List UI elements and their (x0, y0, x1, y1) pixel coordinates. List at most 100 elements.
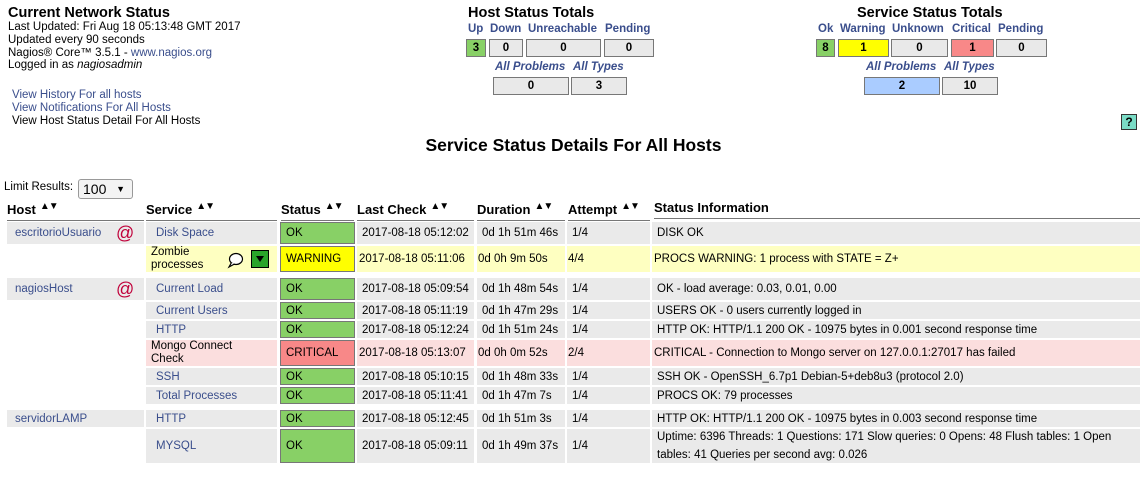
service-link[interactable]: Current Load (156, 283, 223, 295)
host-pending-label[interactable]: Pending (605, 23, 650, 35)
column-header-last-check: Last Check ▲▼ (357, 201, 474, 221)
limit-results-label: Limit Results: (4, 181, 74, 193)
last-check-cell: 2017-08-18 05:09:54 (357, 278, 474, 300)
status-info-cell: PROCS OK: 79 processes (652, 387, 1140, 404)
host-all-problems-label[interactable]: All Problems (495, 61, 565, 73)
service-link[interactable]: SSH (156, 371, 180, 383)
sort-arrows-icon[interactable]: ▲▼ (40, 201, 59, 212)
status-info-cell: PROCS WARNING: 1 process with STATE = Z+ (652, 246, 1140, 272)
host-link[interactable]: escritorioUsuario (15, 227, 101, 239)
last-check-cell: 2017-08-18 05:10:15 (357, 368, 474, 385)
service-pending-label[interactable]: Pending (998, 23, 1043, 35)
host-link[interactable]: servidorLAMP (15, 413, 87, 425)
attempt-cell: 1/4 (567, 429, 650, 463)
service-critical-count[interactable]: 1 (951, 39, 994, 57)
service-warning-count[interactable]: 1 (838, 39, 889, 57)
sort-arrows-icon[interactable]: ▲▼ (196, 201, 215, 212)
column-header-service: Service ▲▼ (146, 201, 277, 221)
service-link[interactable]: Total Processes (156, 390, 237, 402)
status-badge: OK (280, 321, 355, 338)
service-ok-label[interactable]: Ok (818, 23, 833, 35)
host-down-label[interactable]: Down (490, 23, 521, 35)
view-history-link[interactable]: View History For all hosts (12, 89, 142, 101)
service-pending-count[interactable]: 0 (996, 39, 1047, 57)
last-check-cell: 2017-08-18 05:11:19 (357, 302, 474, 319)
service-link[interactable]: Current Users (156, 305, 228, 317)
version-line: Nagios® Core™ 3.5.1 - www.nagios.org (8, 47, 241, 60)
service-unknown-label[interactable]: Unknown (892, 23, 944, 35)
attempt-cell: 1/4 (567, 368, 650, 385)
sort-arrows-icon[interactable]: ▲▼ (534, 201, 553, 212)
host-down-count[interactable]: 0 (489, 39, 523, 57)
limit-results-select[interactable]: 100 ▼ (78, 179, 133, 199)
service-critical-label[interactable]: Critical (952, 23, 991, 35)
status-badge: OK (280, 368, 355, 385)
sort-arrows-icon[interactable]: ▲▼ (621, 201, 640, 212)
host-unreachable-count[interactable]: 0 (526, 39, 601, 57)
host-up-label[interactable]: Up (468, 23, 483, 35)
status-badge: OK (280, 387, 355, 404)
attempt-cell: 1/4 (567, 410, 650, 427)
status-badge: CRITICAL (280, 340, 355, 366)
service-ok-count[interactable]: 8 (816, 39, 835, 57)
main-title: Service Status Details For All Hosts (425, 135, 722, 155)
host-cell: servidorLAMP (7, 410, 144, 427)
service-cell: Mongo Connect Check (146, 340, 277, 366)
service-link[interactable]: MYSQL (156, 440, 196, 452)
column-header-last-check-label: Last Check (357, 202, 427, 217)
sort-arrows-icon[interactable]: ▲▼ (430, 201, 449, 212)
service-all-types-label[interactable]: All Types (944, 61, 995, 73)
column-header-service-label: Service (146, 202, 193, 217)
status-badge: OK (280, 410, 355, 427)
service-unknown-count[interactable]: 0 (891, 39, 948, 57)
service-cell: HTTP (146, 321, 277, 338)
help-icon[interactable]: ? (1121, 114, 1137, 130)
host-link[interactable]: nagiosHost (15, 283, 73, 295)
host-all-problems-count[interactable]: 0 (493, 77, 569, 95)
view-host-detail-link[interactable]: View Host Status Detail For All Hosts (12, 115, 200, 127)
status-info-cell: SSH OK - OpenSSH_6.7p1 Debian-5+deb8u3 (… (652, 368, 1140, 385)
service-totals-title: Service Status Totals (857, 5, 1003, 21)
service-link[interactable]: Disk Space (156, 227, 214, 239)
column-header-attempt: Attempt ▲▼ (568, 201, 650, 221)
duration-cell: 0d 0h 9m 50s (477, 246, 565, 272)
service-link[interactable]: HTTP (156, 324, 186, 336)
view-notifications-link[interactable]: View Notifications For All Hosts (12, 102, 171, 114)
logged-in-line: Logged in as nagiosadmin (8, 59, 241, 72)
logged-in-text: Logged in as (8, 59, 78, 72)
service-link[interactable]: Zombie processes (151, 246, 226, 272)
host-all-types-count[interactable]: 3 (571, 77, 627, 95)
duration-cell: 0d 1h 51m 3s (477, 410, 565, 427)
service-warning-label[interactable]: Warning (840, 23, 886, 35)
update-interval: Updated every 90 seconds (8, 33, 145, 46)
duration-cell: 0d 1h 49m 37s (477, 429, 565, 463)
host-up-count[interactable]: 3 (466, 39, 486, 57)
service-cell: Total Processes (146, 387, 277, 404)
debian-logo-icon[interactable]: @ (116, 279, 134, 299)
service-link[interactable]: Mongo Connect Check (151, 340, 251, 366)
service-all-problems-label[interactable]: All Problems (866, 61, 936, 73)
nagios-website-link[interactable]: www.nagios.org (131, 47, 212, 59)
service-cell: HTTP (146, 410, 277, 427)
column-header-host-label: Host (7, 202, 36, 217)
status-badge: WARNING (280, 246, 355, 272)
last-updated: Last Updated: Fri Aug 18 05:13:48 GMT 20… (8, 21, 241, 33)
attempt-cell: 4/4 (567, 246, 650, 272)
status-info-cell: USERS OK - 0 users currently logged in (652, 302, 1140, 319)
service-all-types-count[interactable]: 10 (942, 77, 998, 95)
status-badge: OK (280, 278, 355, 300)
column-header-duration-label: Duration (477, 202, 531, 217)
status-info-cell: HTTP OK: HTTP/1.1 200 OK - 10975 bytes i… (652, 410, 1140, 427)
passive-check-icon[interactable] (251, 250, 269, 268)
duration-cell: 0d 1h 47m 7s (477, 387, 565, 404)
host-all-types-label[interactable]: All Types (573, 61, 624, 73)
host-pending-count[interactable]: 0 (604, 39, 654, 57)
sort-arrows-icon[interactable]: ▲▼ (325, 201, 344, 212)
service-all-problems-count[interactable]: 2 (864, 77, 940, 95)
comment-icon[interactable] (226, 251, 244, 269)
service-link[interactable]: HTTP (156, 413, 186, 425)
duration-cell: 0d 1h 51m 24s (477, 321, 565, 338)
host-unreachable-label[interactable]: Unreachable (528, 23, 597, 35)
debian-logo-icon[interactable]: @ (116, 223, 134, 243)
status-info-cell: HTTP OK: HTTP/1.1 200 OK - 10975 bytes i… (652, 321, 1140, 338)
